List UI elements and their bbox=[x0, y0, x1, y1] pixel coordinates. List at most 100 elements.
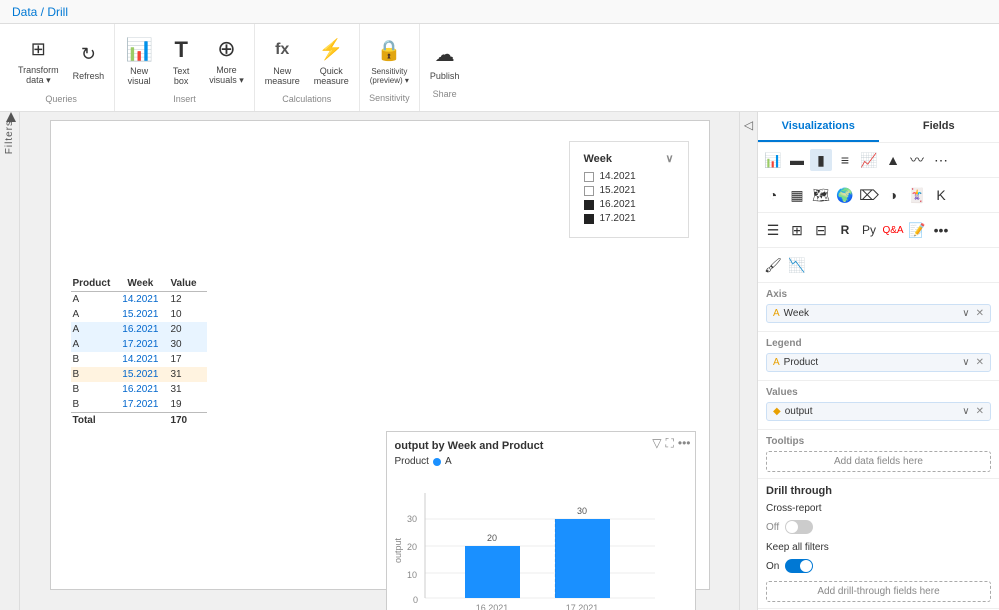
viz-icon-matrix[interactable]: ⊟ bbox=[810, 219, 832, 241]
chart-panel: output by Week and Product ▽ ⛶ ••• Produ… bbox=[386, 431, 696, 610]
viz-icon-smart-narrative[interactable]: 📝 bbox=[906, 219, 928, 241]
breadcrumb-link[interactable]: Data / Drill bbox=[12, 5, 68, 19]
svg-text:20: 20 bbox=[407, 542, 417, 552]
col-value: Value bbox=[168, 276, 206, 292]
axis-field-icon: A bbox=[773, 308, 780, 319]
axis-section: Axis A Week ∨ ✕ bbox=[758, 283, 999, 332]
share-section-label: Share bbox=[433, 89, 457, 99]
viz-icon-python[interactable]: Py bbox=[858, 219, 880, 241]
legend-section: Legend A Product ∨ ✕ bbox=[758, 332, 999, 381]
viz-icon-funnel[interactable]: ⌦ bbox=[858, 184, 880, 206]
transform-data-button[interactable]: ⊞ Transformdata ▾ bbox=[12, 31, 65, 90]
new-measure-icon: fx bbox=[268, 36, 296, 64]
viz-icon-bar-h[interactable]: ≡ bbox=[834, 149, 856, 171]
breadcrumb: Data / Drill bbox=[0, 0, 999, 24]
publish-button[interactable]: ☁ Publish bbox=[424, 37, 466, 85]
new-visual-button[interactable]: 📊 Newvisual bbox=[119, 32, 159, 90]
table-row-total: Total 170 bbox=[71, 413, 207, 429]
keep-filters-toggle[interactable] bbox=[785, 559, 813, 573]
publish-icon: ☁ bbox=[431, 41, 459, 69]
viz-icon-card[interactable]: 🃏 bbox=[906, 184, 928, 206]
viz-icon-scatter[interactable]: ⋯ bbox=[930, 149, 952, 171]
svg-text:17.2021: 17.2021 bbox=[565, 603, 598, 610]
legend-dot bbox=[433, 458, 441, 466]
table-row: B 14.2021 17 bbox=[71, 352, 207, 367]
quick-measure-label: Quickmeasure bbox=[314, 66, 349, 86]
axis-dropdown-chevron[interactable]: ∨ bbox=[962, 308, 969, 319]
publish-label: Publish bbox=[430, 71, 460, 81]
values-field-close[interactable]: ✕ bbox=[976, 406, 984, 417]
legend-field-close[interactable]: ✕ bbox=[976, 357, 984, 368]
viz-icon-stacked-bar[interactable]: 📊 bbox=[762, 149, 784, 171]
values-dropdown-chevron[interactable]: ∨ bbox=[962, 406, 969, 417]
refresh-icon: ↻ bbox=[74, 41, 102, 69]
viz-icon-qa[interactable]: Q&A bbox=[882, 219, 904, 241]
svg-text:20: 20 bbox=[486, 533, 496, 543]
viz-icon-filled-map[interactable]: 🌍 bbox=[834, 184, 856, 206]
viz-icon-r[interactable]: R bbox=[834, 219, 856, 241]
viz-icon-bar[interactable]: ▬ bbox=[786, 149, 808, 171]
sensitivity-button[interactable]: 🔒 Sensitivity(preview) ▾ bbox=[364, 33, 415, 89]
keep-filters-row: Keep all filters bbox=[766, 542, 991, 553]
new-measure-button[interactable]: fx Newmeasure bbox=[259, 32, 306, 90]
viz-icon-analytics[interactable]: 📉 bbox=[786, 254, 808, 276]
viz-icon-slicer[interactable]: ☰ bbox=[762, 219, 784, 241]
viz-icon-ribbon[interactable]: 〰 bbox=[906, 149, 928, 171]
values-section: Values ◆ output ∨ ✕ bbox=[758, 381, 999, 430]
refresh-button[interactable]: ↻ Refresh bbox=[67, 37, 111, 85]
chart-legend: Product A bbox=[395, 456, 687, 467]
table-row: A 16.2021 20 bbox=[71, 322, 207, 337]
drill-add-field[interactable]: Add drill-through fields here bbox=[766, 581, 991, 602]
filter-item-1: 15.2021 bbox=[584, 185, 674, 196]
cross-report-label: Cross-report bbox=[766, 503, 822, 514]
viz-icon-map[interactable]: 🗺 bbox=[810, 184, 832, 206]
filter-legend-chevron[interactable]: ∨ bbox=[665, 152, 673, 165]
viz-panel-collapse[interactable]: ◁ bbox=[744, 118, 753, 132]
viz-icon-area[interactable]: ▲ bbox=[882, 149, 904, 171]
chart-filter-icon[interactable]: ▽ bbox=[652, 436, 661, 451]
cross-report-off-label: Off bbox=[766, 522, 779, 533]
viz-icon-table[interactable]: ⊞ bbox=[786, 219, 808, 241]
table-row: B 15.2021 31 bbox=[71, 367, 207, 382]
chart-more-icon[interactable]: ••• bbox=[678, 436, 691, 451]
svg-text:16.2021: 16.2021 bbox=[475, 603, 508, 610]
sensitivity-label: Sensitivity(preview) ▾ bbox=[370, 67, 409, 85]
keep-filters-toggle-wrap: On bbox=[766, 559, 991, 573]
drill-through-section: Drill through Cross-report Off Keep all … bbox=[758, 479, 999, 608]
filters-panel: Filters bbox=[0, 112, 20, 610]
legend-field-value: Product bbox=[784, 357, 818, 368]
svg-text:10: 10 bbox=[407, 570, 417, 580]
viz-icon-treemap[interactable]: ▦ bbox=[786, 184, 808, 206]
refresh-label: Refresh bbox=[73, 71, 105, 81]
tab-visualizations[interactable]: Visualizations bbox=[758, 112, 879, 142]
axis-label: Axis bbox=[766, 289, 991, 300]
text-box-button[interactable]: T Textbox bbox=[161, 32, 201, 90]
chart-title: output by Week and Product bbox=[395, 440, 544, 452]
table-row: B 17.2021 19 bbox=[71, 397, 207, 413]
filters-toggle[interactable] bbox=[4, 110, 18, 127]
viz-icon-line[interactable]: 📈 bbox=[858, 149, 880, 171]
more-visuals-button[interactable]: ⊕ Morevisuals ▾ bbox=[203, 31, 250, 90]
bar-17-2021[interactable] bbox=[555, 519, 610, 598]
sensitivity-section-label: Sensitivity bbox=[369, 93, 410, 103]
axis-field-row: A Week ∨ ✕ bbox=[766, 304, 991, 323]
viz-icon-pie[interactable]: ◔ bbox=[762, 184, 784, 206]
viz-icon-column[interactable]: ▮ bbox=[810, 149, 832, 171]
insert-section-label: Insert bbox=[173, 94, 196, 104]
table-row: A 15.2021 10 bbox=[71, 307, 207, 322]
cross-report-toggle[interactable] bbox=[785, 520, 813, 534]
viz-icon-kpi[interactable]: K bbox=[930, 184, 952, 206]
axis-field-close[interactable]: ✕ bbox=[976, 308, 984, 319]
values-field-icon: ◆ bbox=[773, 406, 781, 417]
transform-label: Transformdata ▾ bbox=[18, 65, 59, 86]
quick-measure-button[interactable]: ⚡ Quickmeasure bbox=[308, 32, 355, 90]
viz-icons-row-2: ◔ ▦ 🗺 🌍 ⌦ ◑ 🃏 K bbox=[758, 178, 999, 213]
viz-icon-gauge[interactable]: ◑ bbox=[882, 184, 904, 206]
bar-16-2021[interactable] bbox=[465, 546, 520, 598]
tooltips-add-field[interactable]: Add data fields here bbox=[766, 451, 991, 472]
tab-fields[interactable]: Fields bbox=[879, 112, 999, 142]
legend-dropdown-chevron[interactable]: ∨ bbox=[962, 357, 969, 368]
chart-expand-icon[interactable]: ⛶ bbox=[665, 436, 673, 451]
viz-icon-format[interactable]: 🖌 bbox=[762, 254, 784, 276]
viz-icon-more[interactable]: ••• bbox=[930, 219, 952, 241]
